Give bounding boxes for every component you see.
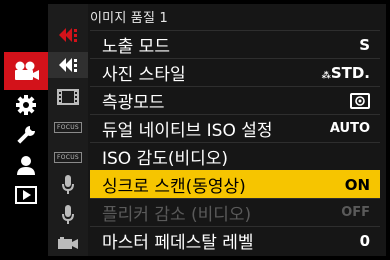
photo-style-standard-icon: ⁂STD. xyxy=(321,63,370,82)
row-label: 측광모드 xyxy=(102,93,165,113)
menu-row-synchro-scan[interactable]: 싱크로 스캔(동영상) ON xyxy=(90,170,380,198)
category-playback[interactable] xyxy=(4,180,48,210)
row-label: 마스터 페데스탈 레벨 xyxy=(102,233,254,253)
row-value: AUTO xyxy=(329,121,370,136)
microphone-icon xyxy=(62,205,74,224)
focus-icon: FOCUS xyxy=(53,151,83,163)
menu-row-iso-video[interactable]: ISO 감도(비디오) xyxy=(90,142,380,170)
playback-icon xyxy=(15,186,37,204)
sub-tab-column: FOCUS FOCUS xyxy=(48,4,88,256)
image-quality-2-icon xyxy=(59,58,77,72)
video-camera-small-icon xyxy=(58,237,78,249)
sub-tab-focus-1[interactable]: FOCUS xyxy=(48,114,88,140)
wrench-icon xyxy=(17,126,35,144)
sub-tab-film[interactable] xyxy=(48,84,88,110)
menu-row-photo-style[interactable]: 사진 스타일 ⁂STD. xyxy=(90,58,380,86)
sparkle-icon: ⁂ xyxy=(321,70,331,81)
category-setup[interactable] xyxy=(4,120,48,150)
menu-row-master-pedestal[interactable]: 마스터 페데스탈 레벨 0 xyxy=(90,226,380,254)
menu-row-flicker-decrease[interactable]: 플리커 감소 (비디오) OFF xyxy=(90,198,380,226)
camera-menu-screen: FOCUS FOCUS 이미지 품질 1 노출 모드 S 사진 스타일 ⁂STD… xyxy=(0,0,390,260)
film-icon xyxy=(57,89,79,105)
sub-tab-video-other[interactable] xyxy=(48,230,88,256)
sub-tab-image-quality-2[interactable] xyxy=(48,52,88,78)
menu-row-exposure-mode[interactable]: 노출 모드 S xyxy=(90,30,380,58)
microphone-icon xyxy=(62,175,74,194)
category-my-menu[interactable] xyxy=(4,150,48,180)
sub-tab-audio-2[interactable] xyxy=(48,202,88,228)
main-category-column xyxy=(4,4,48,256)
image-quality-1-icon xyxy=(59,28,77,42)
gear-icon xyxy=(16,95,36,115)
row-value: OFF xyxy=(341,205,370,220)
menu-row-metering-mode[interactable]: 측광모드 xyxy=(90,86,380,114)
row-label: 싱크로 스캔(동영상) xyxy=(102,177,246,197)
row-value: ON xyxy=(344,175,370,194)
sub-tab-image-quality-1[interactable] xyxy=(48,22,88,48)
multi-metering-icon xyxy=(350,92,370,109)
row-label: ISO 감도(비디오) xyxy=(102,149,229,169)
menu-row-dual-native-iso[interactable]: 듀얼 네이티브 ISO 설정 AUTO xyxy=(90,114,380,142)
person-icon xyxy=(17,156,35,175)
menu-panel: 이미지 품질 1 노출 모드 S 사진 스타일 ⁂STD. 측광모드 듀얼 네이… xyxy=(88,4,386,256)
row-label: 플리커 감소 (비디오) xyxy=(102,205,252,225)
row-value: 0 xyxy=(359,231,370,250)
sub-tab-audio-1[interactable] xyxy=(48,172,88,198)
focus-icon: FOCUS xyxy=(53,121,83,133)
menu-title: 이미지 품질 1 xyxy=(90,11,168,26)
video-camera-icon xyxy=(15,61,39,80)
row-value: S xyxy=(359,35,370,54)
category-video[interactable] xyxy=(4,52,48,90)
row-label: 노출 모드 xyxy=(102,37,170,57)
row-label: 듀얼 네이티브 ISO 설정 xyxy=(102,121,273,141)
row-label: 사진 스타일 xyxy=(102,65,186,85)
sub-tab-focus-2[interactable]: FOCUS xyxy=(48,144,88,170)
category-custom[interactable] xyxy=(4,90,48,120)
